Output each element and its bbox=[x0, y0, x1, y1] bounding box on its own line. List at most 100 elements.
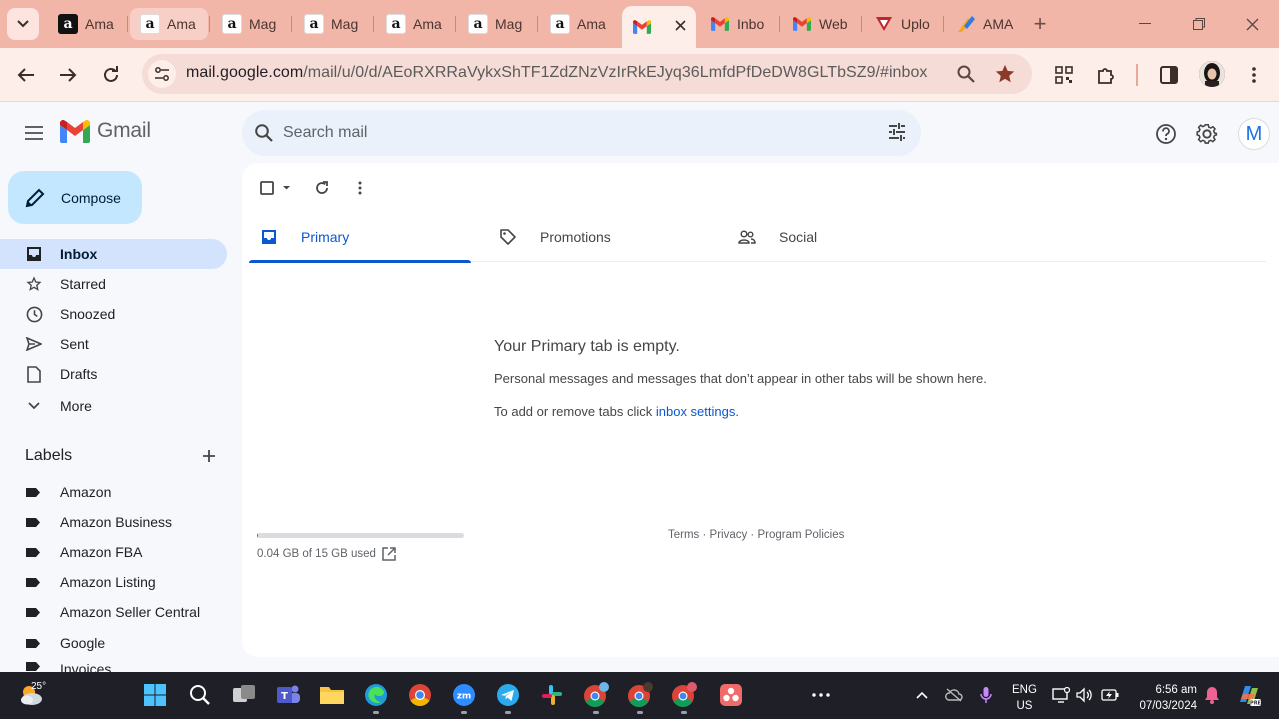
manage-storage-button[interactable] bbox=[382, 547, 398, 563]
file-explorer-app[interactable] bbox=[319, 682, 345, 708]
notifications-button[interactable] bbox=[1203, 686, 1221, 704]
taskbar-search-button[interactable] bbox=[187, 682, 213, 708]
reload-button[interactable] bbox=[96, 60, 126, 90]
nav-item-drafts[interactable]: Drafts bbox=[0, 359, 227, 389]
tab-social[interactable]: Social bbox=[727, 211, 949, 262]
copilot-button[interactable]: PRE bbox=[1236, 682, 1262, 708]
browser-tab[interactable]: a Mag bbox=[294, 8, 372, 40]
chrome-profile-app-1[interactable] bbox=[583, 682, 609, 714]
select-all-checkbox[interactable] bbox=[256, 177, 296, 199]
back-button[interactable] bbox=[11, 60, 41, 90]
gmail-logo[interactable]: Gmail bbox=[60, 119, 151, 143]
chrome-profile-app-3[interactable] bbox=[671, 682, 697, 714]
amazon-icon: a bbox=[304, 14, 324, 34]
battery-button[interactable] bbox=[1101, 686, 1119, 704]
inbox-icon bbox=[25, 245, 43, 263]
close-icon bbox=[675, 20, 686, 31]
address-bar[interactable]: mail.google.com/mail/u/0/d/AEoRXRRaVykxS… bbox=[142, 54, 1032, 94]
support-button[interactable] bbox=[1153, 121, 1179, 147]
chrome-app[interactable] bbox=[407, 682, 433, 708]
teams-app[interactable]: T bbox=[275, 682, 301, 708]
browser-tab[interactable]: Web bbox=[782, 8, 860, 40]
zoom-button[interactable] bbox=[956, 64, 976, 89]
task-view-button[interactable] bbox=[231, 682, 257, 708]
chrome-profile-app-2[interactable] bbox=[627, 682, 653, 714]
nav-item-label: Starred bbox=[60, 276, 106, 292]
footer-links[interactable]: Terms · Privacy · Program Policies bbox=[668, 529, 844, 541]
clock-date: 07/03/2024 bbox=[1139, 700, 1197, 712]
browser-menu-button[interactable] bbox=[1239, 60, 1269, 90]
onedrive-button[interactable] bbox=[945, 686, 963, 704]
input-language-indicator[interactable]: ENG US bbox=[1012, 682, 1037, 714]
new-tab-button[interactable]: + bbox=[1028, 12, 1052, 36]
pencil-icon bbox=[25, 188, 45, 207]
telegram-app[interactable] bbox=[495, 682, 521, 714]
browser-tab[interactable]: a Ama bbox=[540, 8, 618, 40]
browser-tab[interactable]: Uplo bbox=[864, 8, 942, 40]
label-item[interactable]: Amazon Business bbox=[0, 507, 227, 537]
label-item[interactable]: Amazon Seller Central bbox=[0, 597, 227, 627]
search-input[interactable] bbox=[283, 110, 843, 156]
network-button[interactable] bbox=[1052, 686, 1070, 704]
zoom-app[interactable]: zm bbox=[451, 682, 477, 714]
browser-tab[interactable]: Inbo bbox=[700, 8, 778, 40]
browser-tab[interactable]: a Ama bbox=[376, 8, 454, 40]
label-item[interactable]: Google bbox=[0, 628, 227, 658]
create-label-button[interactable] bbox=[199, 446, 219, 466]
edge-app[interactable] bbox=[363, 682, 389, 714]
system-clock[interactable]: 6:56 am 07/03/2024 bbox=[1133, 682, 1197, 714]
browser-tab[interactable]: a Ama bbox=[48, 8, 126, 40]
forward-button[interactable] bbox=[53, 60, 83, 90]
label-tag-icon bbox=[25, 487, 41, 497]
tab-promotions[interactable]: Promotions bbox=[488, 211, 710, 262]
nav-item-inbox[interactable]: Inbox bbox=[0, 239, 227, 269]
search-button[interactable] bbox=[254, 123, 274, 148]
show-hidden-icons-button[interactable] bbox=[913, 686, 931, 704]
slack-app[interactable] bbox=[539, 682, 565, 708]
label-item[interactable]: Amazon bbox=[0, 477, 227, 507]
account-avatar[interactable]: M bbox=[1238, 118, 1270, 150]
minimize-button[interactable] bbox=[1122, 10, 1168, 38]
settings-button[interactable] bbox=[1194, 121, 1220, 147]
browser-tab[interactable]: a Mag bbox=[458, 8, 536, 40]
volume-button[interactable] bbox=[1076, 686, 1094, 704]
main-menu-button[interactable] bbox=[20, 119, 48, 147]
nav-item-snoozed[interactable]: Snoozed bbox=[0, 299, 227, 329]
nav-item-starred[interactable]: Starred bbox=[0, 269, 227, 299]
restore-button[interactable] bbox=[1176, 10, 1222, 38]
browser-tab[interactable]: a Mag bbox=[212, 8, 290, 40]
star-icon bbox=[25, 275, 43, 293]
more-actions-button[interactable] bbox=[349, 177, 371, 199]
microphone-button[interactable] bbox=[977, 686, 995, 704]
compose-button[interactable]: Compose bbox=[8, 171, 142, 224]
browser-tab[interactable] bbox=[622, 6, 696, 48]
tab-separator bbox=[537, 16, 538, 32]
refresh-button[interactable] bbox=[311, 177, 333, 199]
arrow-left-icon bbox=[17, 68, 34, 82]
asana-icon bbox=[720, 684, 742, 706]
bookmark-button[interactable] bbox=[994, 63, 1016, 90]
extensions-button[interactable] bbox=[1091, 60, 1121, 90]
inbox-settings-link[interactable]: inbox settings bbox=[656, 404, 736, 419]
speaker-icon bbox=[1076, 687, 1092, 703]
search-icon bbox=[255, 124, 273, 142]
start-button[interactable] bbox=[142, 682, 168, 708]
browser-tab[interactable]: a Ama bbox=[130, 8, 208, 40]
nav-item-sent[interactable]: Sent bbox=[0, 329, 227, 359]
asana-app[interactable] bbox=[718, 682, 744, 708]
side-panel-button[interactable] bbox=[1154, 60, 1184, 90]
close-window-button[interactable] bbox=[1229, 10, 1275, 38]
tab-separator bbox=[291, 16, 292, 32]
browser-profile-avatar[interactable] bbox=[1199, 61, 1225, 87]
label-item[interactable]: Amazon FBA bbox=[0, 537, 227, 567]
tab-search-button[interactable] bbox=[7, 8, 39, 40]
nav-item-more[interactable]: More bbox=[0, 391, 227, 421]
site-info-button[interactable] bbox=[148, 60, 176, 88]
tab-primary[interactable]: Primary bbox=[249, 211, 471, 263]
show-more-apps-button[interactable] bbox=[808, 682, 834, 708]
label-item[interactable]: Amazon Listing bbox=[0, 567, 227, 597]
close-tab-button[interactable] bbox=[675, 18, 686, 36]
browser-tab[interactable]: AMA bbox=[946, 8, 1024, 40]
qr-code-button[interactable] bbox=[1049, 60, 1079, 90]
search-options-button[interactable] bbox=[887, 122, 907, 147]
